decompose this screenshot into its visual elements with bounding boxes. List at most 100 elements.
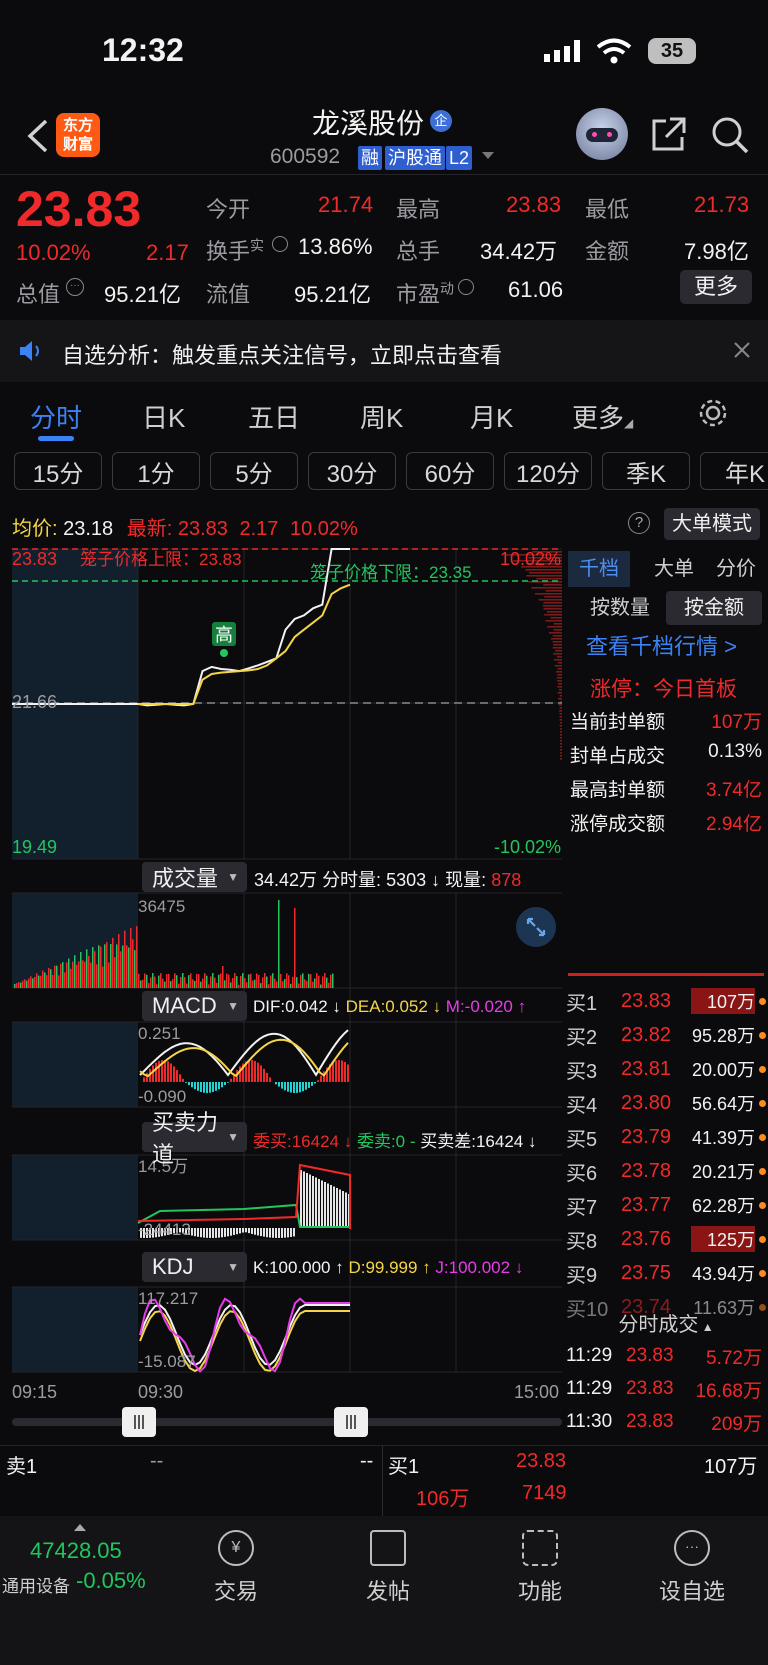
orderbook-bid-row[interactable]: 买5 23.79 41.39万	[566, 1120, 766, 1154]
rp-subtab-quantity[interactable]: 按数量	[572, 591, 668, 625]
force-bar	[260, 1228, 262, 1237]
more-button[interactable]: 更多	[680, 270, 752, 304]
tab-daily-k[interactable]: 日K	[142, 398, 185, 435]
orderbook-bid-row[interactable]: 买6 23.78 20.21万	[566, 1154, 766, 1188]
tab-monthly-k[interactable]: 月K	[470, 398, 513, 435]
orderbook-bid-row[interactable]: 买8 23.76 125万	[566, 1222, 766, 1256]
preopen-shade-force	[12, 1155, 138, 1240]
depth-bar	[546, 611, 562, 613]
range-slider-left-handle[interactable]	[122, 1407, 156, 1437]
nav-trade[interactable]: ¥ 交易	[176, 1530, 296, 1606]
volume-bar	[204, 973, 206, 988]
range-slider-track[interactable]	[12, 1418, 562, 1426]
macd-bar	[308, 1082, 310, 1088]
view-thousand-link[interactable]: 查看千档行情 >	[586, 629, 737, 661]
depth-bar	[558, 689, 562, 691]
volume-bar	[248, 974, 250, 988]
depth-bar	[559, 716, 562, 718]
bar-divider	[382, 1446, 383, 1518]
macd-bar	[212, 1082, 214, 1092]
orderbook-bid-row[interactable]: 买9 23.75 43.94万	[566, 1256, 766, 1290]
big-order-mode-button[interactable]: 大单模式	[664, 508, 760, 540]
kdj-indicator-select[interactable]: KDJ ▼	[142, 1252, 247, 1282]
tab-more[interactable]: 更多◢	[572, 398, 633, 435]
orderbook-bid-row[interactable]: 买7 23.77 62.28万	[566, 1188, 766, 1222]
force-bar	[233, 1228, 235, 1235]
nav-post[interactable]: 发帖	[328, 1530, 448, 1606]
depth-bar	[555, 650, 562, 652]
help-icon[interactable]: ?	[628, 512, 650, 534]
bid-price: 23.80	[621, 1091, 672, 1114]
macd-readout: DIF:0.042 ↓ DEA:0.052 ↓ M:-0.020 ↑	[253, 997, 527, 1016]
volume-bar	[198, 974, 200, 988]
rp-tab-thousand[interactable]: 千档	[568, 551, 630, 587]
chevron-down-icon[interactable]	[482, 152, 494, 159]
expand-icon[interactable]	[516, 907, 556, 947]
macd-bar	[317, 1080, 319, 1082]
bid-label: 买4	[566, 1094, 598, 1117]
caret-down-icon: ▼	[227, 870, 239, 884]
change-amount: 2.17	[146, 240, 189, 265]
macd-dif-value: DIF:0.042	[253, 997, 328, 1016]
macd-bar	[179, 1074, 181, 1082]
macd-bar	[299, 1082, 301, 1093]
ticks-title[interactable]: 分时成交 ▲	[566, 1308, 766, 1337]
volume-bar	[140, 980, 142, 988]
force-bar	[197, 1228, 199, 1237]
orderbook-bid-row[interactable]: 买2 23.82 95.28万	[566, 1018, 766, 1052]
volume-bar	[268, 984, 270, 988]
volume-bar	[190, 973, 192, 988]
volume-indicator-select[interactable]: 成交量 ▼	[142, 862, 247, 892]
tab-weekly-k[interactable]: 周K	[360, 398, 403, 435]
timeframe-15min[interactable]: 15分	[14, 452, 102, 490]
timeframe-60min[interactable]: 60分	[406, 452, 494, 490]
sell1-price: --	[150, 1450, 164, 1472]
gear-icon[interactable]	[698, 398, 728, 428]
robot-avatar-icon[interactable]	[576, 108, 628, 160]
timeframe-quarter-k[interactable]: 季K	[602, 452, 690, 490]
close-icon[interactable]	[734, 342, 750, 358]
force-bar	[293, 1228, 295, 1237]
rp-subtab-amount[interactable]: 按金额	[666, 591, 762, 625]
search-icon[interactable]	[710, 115, 750, 155]
info-icon[interactable]	[458, 279, 474, 295]
macd-bar	[287, 1082, 289, 1092]
bid-volume: 20.00万	[691, 1060, 755, 1080]
info-icon[interactable]	[272, 236, 288, 252]
depth-bar	[558, 698, 562, 700]
force-indicator-select[interactable]: 买卖力道 ▼	[142, 1110, 247, 1167]
rp-tab-price[interactable]: 分价	[706, 551, 766, 587]
caret-down-icon: ▼	[227, 1260, 239, 1274]
high-value: 23.83	[506, 192, 562, 217]
share-icon[interactable]	[650, 115, 688, 153]
index-widget[interactable]: 47428.05 通用设备 -0.05%	[0, 1516, 170, 1616]
nav-functions[interactable]: 功能	[480, 1530, 600, 1606]
force-bar	[254, 1228, 256, 1235]
volume-bar	[310, 974, 312, 988]
intraday-chart[interactable]: 高 23.83 21.66 19.49 10.02% -10.02% 笼子价格上…	[0, 545, 566, 1375]
timeframe-30min[interactable]: 30分	[308, 452, 396, 490]
timeframe-5min[interactable]: 5分	[210, 452, 298, 490]
range-slider-right-handle[interactable]	[334, 1407, 368, 1437]
nav-add-watchlist[interactable]: ··· 设自选	[632, 1530, 752, 1606]
timeframe-year-k[interactable]: 年K	[700, 452, 768, 490]
macd-bar	[227, 1082, 229, 1083]
bid-volume: 20.21万	[691, 1162, 755, 1182]
avg-value: 23.18	[63, 518, 114, 540]
orderbook-bid-row[interactable]: 买1 23.83 107万	[566, 984, 766, 1018]
depth-bars	[505, 551, 562, 760]
depth-bar	[560, 734, 562, 736]
timeframe-1min-label: 1分	[137, 460, 175, 488]
macd-bar	[257, 1062, 259, 1082]
orderbook-bid-row[interactable]: 买3 23.81 20.00万	[566, 1052, 766, 1086]
tab-five-day[interactable]: 五日	[248, 398, 300, 435]
timeframe-1min[interactable]: 1分	[112, 452, 200, 490]
back-icon[interactable]	[24, 118, 50, 154]
rp-tab-big-order[interactable]: 大单	[644, 551, 704, 587]
info-icon[interactable]: ···	[66, 278, 84, 296]
macd-indicator-select[interactable]: MACD ▼	[142, 991, 247, 1021]
tab-intraday[interactable]: 分时	[30, 398, 82, 435]
orderbook-bid-row[interactable]: 买4 23.80 56.64万	[566, 1086, 766, 1120]
alert-banner[interactable]: 自选分析：触发重点关注信号，立即点击查看	[0, 320, 768, 382]
timeframe-120min[interactable]: 120分	[504, 452, 592, 490]
